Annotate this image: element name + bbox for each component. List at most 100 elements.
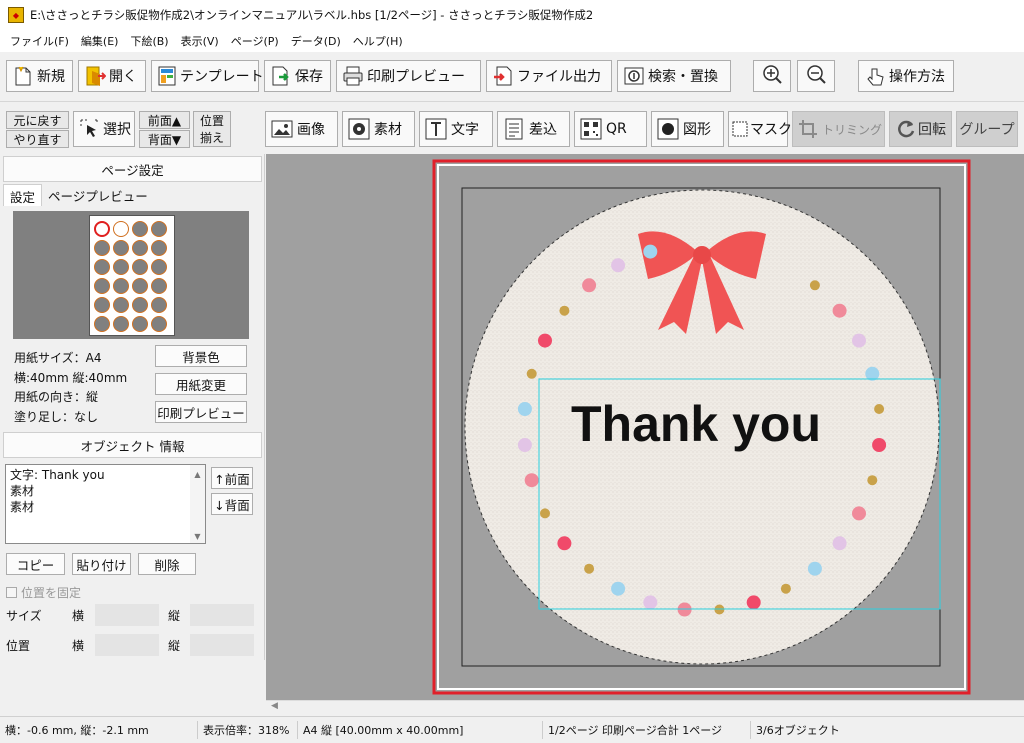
thank-you-text[interactable]: Thank you <box>571 396 821 452</box>
scroll-down-icon[interactable]: ▼ <box>190 529 205 545</box>
wreath-dot <box>780 583 791 594</box>
save-label: 保存 <box>295 69 323 85</box>
thumbnail-label <box>94 316 110 332</box>
merge-button[interactable]: 差込 <box>497 111 570 147</box>
lock-position-label: 位置を固定 <box>21 586 82 600</box>
file-export-label: ファイル出力 <box>517 69 601 85</box>
object-list-scrollbar[interactable]: ▲ ▼ <box>190 465 205 543</box>
mask-button[interactable]: マスク <box>728 111 792 147</box>
thumbnail-label <box>94 221 110 237</box>
page-thumbnail-area <box>13 211 249 339</box>
wreath-dot <box>832 303 847 318</box>
material-button[interactable]: 素材 <box>342 111 415 147</box>
print-preview-panel-button[interactable]: 印刷プレビュー <box>155 401 247 423</box>
lock-position-checkbox[interactable]: 位置を固定 <box>6 584 81 601</box>
template-icon <box>157 65 177 87</box>
wreath-dot <box>874 404 885 414</box>
list-item[interactable]: 素材 <box>10 499 201 515</box>
save-button[interactable]: 保存 <box>264 60 331 92</box>
align-button-bottom[interactable]: 揃え <box>193 129 231 147</box>
text-button[interactable]: 文字 <box>419 111 493 147</box>
edit-toolbar: 元に戻す やり直す 選択 前面▲ 背面▼ 位置 揃え 画像 素材 文字 差込 Q… <box>0 102 1024 154</box>
paste-button[interactable]: 貼り付け <box>72 553 131 575</box>
horizontal-scrollbar[interactable]: ◀ <box>266 700 1024 716</box>
trimming-button[interactable]: トリミング <box>792 111 885 147</box>
size-width-field[interactable] <box>95 604 159 626</box>
wreath-dot <box>852 506 866 521</box>
zoom-out-button[interactable] <box>797 60 835 92</box>
file-export-button[interactable]: ファイル出力 <box>486 60 612 92</box>
image-button[interactable]: 画像 <box>265 111 338 147</box>
how-to-button[interactable]: 操作方法 <box>858 60 954 92</box>
menu-edit[interactable]: 編集(E) <box>75 33 125 49</box>
qr-button[interactable]: QR <box>574 111 647 147</box>
object-front-button[interactable]: ↑前面 <box>211 467 253 489</box>
menu-underlay[interactable]: 下絵(B) <box>124 33 174 49</box>
menu-view[interactable]: 表示(V) <box>175 33 225 49</box>
copy-button[interactable]: コピー <box>6 553 65 575</box>
tab-settings[interactable]: 設定 <box>3 184 43 206</box>
object-info-header: オブジェクト 情報 <box>3 432 262 458</box>
size-height-field[interactable] <box>190 604 254 626</box>
thumbnail-label <box>132 297 148 313</box>
title-bar: ◆ E:\ささっとチラシ販促物作成2\オンラインマニュアル\ラベル.hbs [1… <box>0 0 1024 30</box>
position-x-label: 横 <box>72 639 85 653</box>
group-button[interactable]: グループ <box>956 111 1018 147</box>
thumbnail-label <box>151 278 167 294</box>
undo-button[interactable]: 元に戻す <box>6 111 69 129</box>
canvas-area[interactable]: Thank you <box>266 154 1024 700</box>
menu-help[interactable]: ヘルプ(H) <box>347 33 409 49</box>
wreath-dot <box>538 333 552 348</box>
align-button-top[interactable]: 位置 <box>193 111 231 129</box>
select-button[interactable]: 選択 <box>73 111 135 147</box>
bg-color-button[interactable]: 背景色 <box>155 345 247 367</box>
wreath-dot <box>517 402 532 416</box>
thumbnail-label <box>113 316 129 332</box>
app-icon: ◆ <box>8 7 24 23</box>
menu-file[interactable]: ファイル(F) <box>4 33 75 49</box>
object-back-button[interactable]: ↓背面 <box>211 493 253 515</box>
position-label: 位置 <box>6 639 31 653</box>
position-y-field[interactable] <box>190 634 254 656</box>
status-bar: 横：-0.6 mm, 縦：-2.1 mm 表示倍率：318% A4 縦 [40.… <box>0 716 1024 743</box>
menu-page[interactable]: ページ(P) <box>225 33 285 49</box>
size-width-label: 横 <box>72 609 85 623</box>
template-button[interactable]: テンプレート <box>151 60 264 92</box>
status-zoom: 表示倍率：318% <box>198 721 298 739</box>
wreath-dot <box>832 536 847 551</box>
position-x-field[interactable] <box>95 634 159 656</box>
open-label: 開く <box>109 69 137 85</box>
object-list[interactable]: 文字: Thank you 素材 素材 ▲ ▼ <box>5 464 206 544</box>
open-button[interactable]: 開く <box>78 60 146 92</box>
bring-front-button[interactable]: 前面▲ <box>139 111 190 129</box>
list-item[interactable]: 文字: Thank you <box>10 467 201 483</box>
delete-button[interactable]: 削除 <box>138 553 196 575</box>
tab-page-preview[interactable]: ページプレビュー <box>42 184 154 206</box>
menu-data[interactable]: データ(D) <box>285 33 347 49</box>
mask-icon <box>732 118 748 140</box>
save-icon <box>270 65 292 87</box>
search-replace-button[interactable]: 検索・置換 <box>617 60 731 92</box>
thumbnail-label <box>151 316 167 332</box>
thumbnail-label <box>94 297 110 313</box>
wreath-dot <box>643 244 658 259</box>
image-icon <box>271 118 293 140</box>
status-coords: 横：-0.6 mm, 縦：-2.1 mm <box>0 721 198 739</box>
page-settings-tabs: 設定 ページプレビュー <box>3 184 154 206</box>
thumbnail-label <box>94 278 110 294</box>
redo-button[interactable]: やり直す <box>6 130 69 148</box>
change-paper-button[interactable]: 用紙変更 <box>155 373 247 395</box>
position-y-label: 縦 <box>168 639 181 653</box>
zoom-in-button[interactable] <box>753 60 791 92</box>
scroll-up-icon[interactable]: ▲ <box>190 467 205 483</box>
list-item[interactable]: 素材 <box>10 483 201 499</box>
wreath-dot <box>540 508 550 519</box>
page-thumbnail[interactable] <box>89 215 175 336</box>
shape-button[interactable]: 図形 <box>651 111 724 147</box>
open-door-icon <box>84 65 106 87</box>
new-button[interactable]: 新規 <box>6 60 73 92</box>
send-back-button[interactable]: 背面▼ <box>139 130 190 148</box>
rotate-button[interactable]: 回転 <box>889 111 952 147</box>
print-preview-button[interactable]: 印刷プレビュー <box>336 60 481 92</box>
thumbnail-label <box>94 240 110 256</box>
